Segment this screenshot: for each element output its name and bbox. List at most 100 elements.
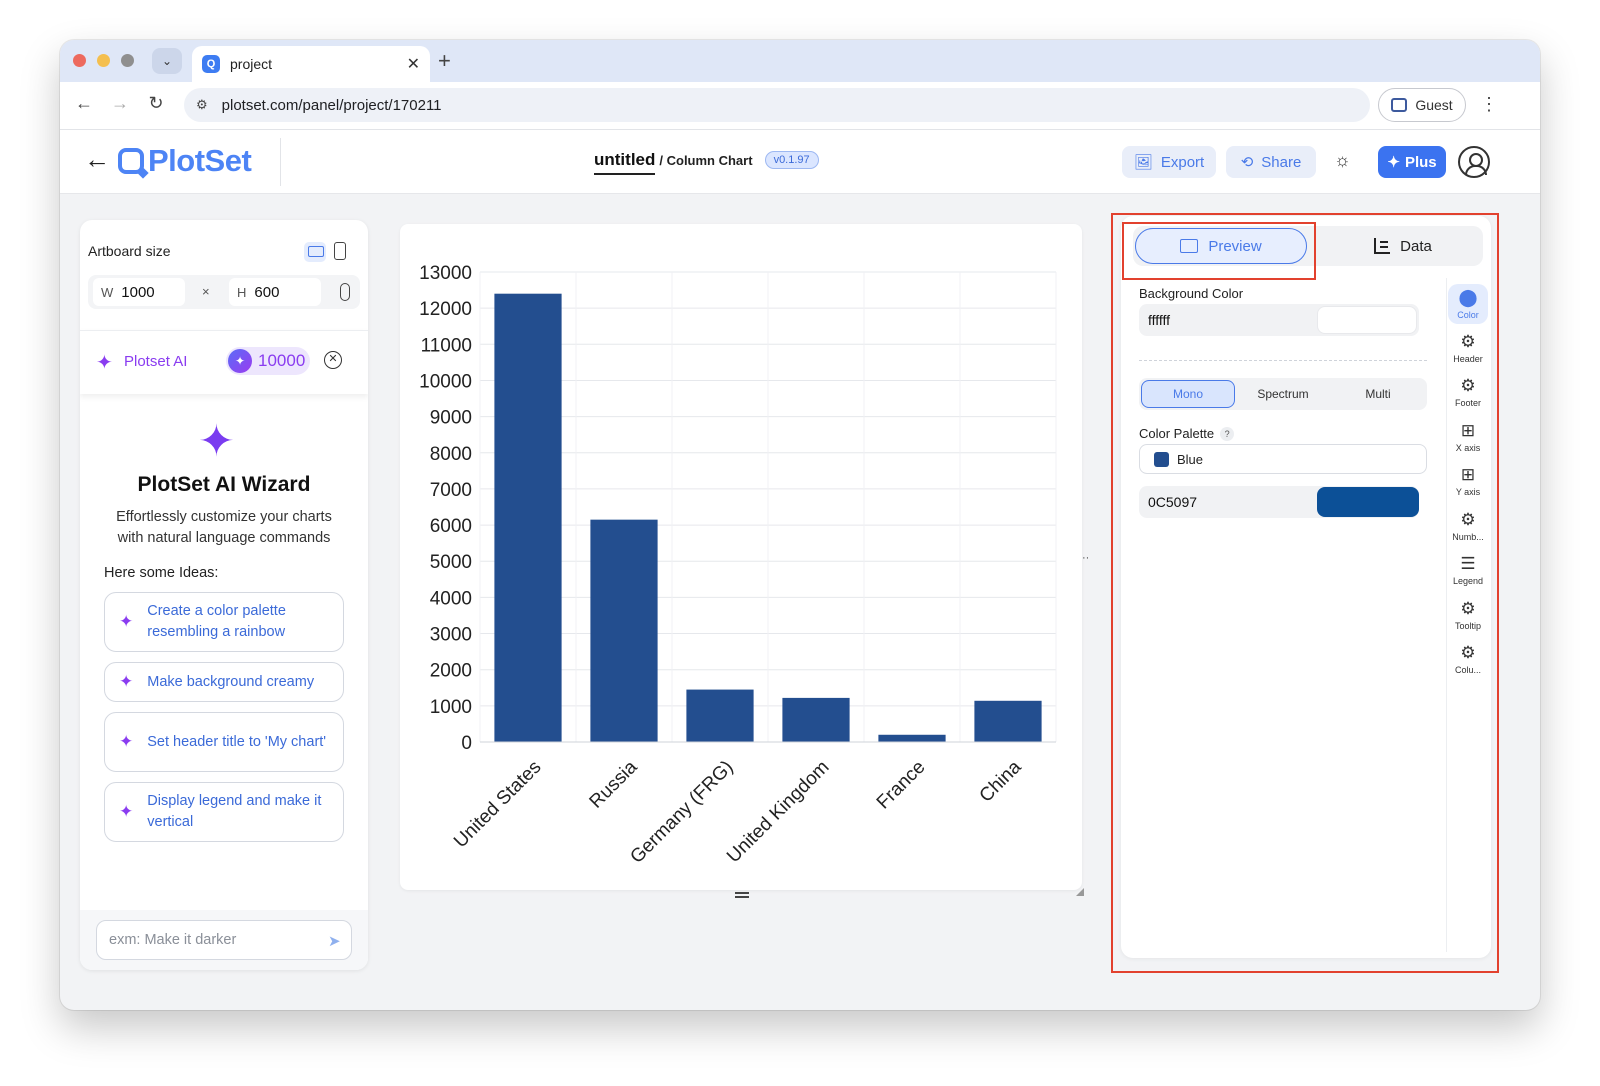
sparkle-icon: ✦ <box>1387 154 1400 171</box>
y-tick-label: 5000 <box>430 552 472 573</box>
prompt-area: ➤ <box>80 910 368 970</box>
profile-icon <box>1391 98 1408 112</box>
x-tick-label: United States <box>450 757 546 853</box>
back-icon[interactable]: ← <box>72 93 96 114</box>
y-tick-label: 13000 <box>419 263 472 284</box>
y-tick-label: 10000 <box>419 371 472 392</box>
resize-handle-bottom[interactable] <box>735 892 749 898</box>
wizard-subtitle: Effortlessly customize your charts with … <box>116 509 332 546</box>
export-button[interactable]: 🖼 Export <box>1122 146 1216 178</box>
tab-title: project <box>230 56 273 72</box>
site-settings-icon[interactable]: ⚙ <box>196 97 208 113</box>
artboard-height-value: 600 <box>254 283 280 301</box>
desktop-size-icon[interactable] <box>304 242 326 262</box>
y-tick-label: 9000 <box>430 408 472 429</box>
tab-search-button[interactable]: ⌄ <box>152 48 182 74</box>
browser-menu-icon[interactable]: ⋮ <box>1480 94 1498 115</box>
plotset-logo[interactable]: PlotSet <box>118 143 252 179</box>
ai-prompt-input[interactable] <box>96 920 352 960</box>
version-badge: v0.1.97 <box>764 151 819 169</box>
y-tick-label: 3000 <box>430 625 472 646</box>
bar <box>686 689 754 742</box>
credits-icon: ✦ <box>228 349 252 373</box>
x-tick-label: Russia <box>586 756 642 812</box>
y-tick-label: 2000 <box>430 661 472 682</box>
artboard-height-field[interactable]: H 600 <box>229 278 321 306</box>
share-icon: ⟲ <box>1240 154 1254 171</box>
close-tab-icon[interactable]: ✕ <box>407 54 420 74</box>
chart-artboard[interactable]: 0 1000 2000 3000 4000 5000 6000 7000 8000 9000 100… <box>400 224 1082 890</box>
document-title-group: untitled / Column Chart v0.1.97 <box>594 150 819 175</box>
minimize-window-button[interactable] <box>97 54 110 67</box>
idea-vertical-legend[interactable]: ✦ Display legend and make it vertical <box>104 782 344 842</box>
user-avatar-icon[interactable] <box>1458 146 1490 178</box>
export-label: Export <box>1160 153 1205 171</box>
idea-text: Display legend and make it vertical <box>147 793 322 830</box>
bar <box>782 697 850 742</box>
highlight-box-preview-tab <box>1122 222 1316 280</box>
y-tick-label: 1000 <box>430 697 472 718</box>
y-tick-label: 7000 <box>430 480 472 501</box>
share-button[interactable]: ⟲ Share <box>1226 146 1316 178</box>
y-tick-label: 11000 <box>421 335 472 356</box>
artboard-width-field[interactable]: W 1000 <box>93 278 185 306</box>
ideas-label: Here some Ideas: <box>104 565 219 581</box>
plus-label: Plus <box>1404 153 1437 171</box>
artboard-size-label: Artboard size <box>88 243 171 259</box>
wizard-title: PlotSet AI Wizard <box>137 473 311 496</box>
y-tick-label: 8000 <box>430 444 472 465</box>
plotset-ai-label: Plotset AI <box>124 353 188 370</box>
address-bar[interactable]: ⚙ plotset.com/panel/project/170211 <box>184 88 1370 122</box>
new-tab-button[interactable]: + <box>438 48 451 74</box>
document-title[interactable]: untitled <box>594 150 656 175</box>
y-tick-label: 12000 <box>419 299 472 320</box>
sparkle-icon: ✦ <box>119 732 134 751</box>
ai-left-panel: Artboard size W 1000 × H 600 ✦ Plotset A… <box>80 220 368 970</box>
send-icon[interactable]: ➤ <box>328 932 341 950</box>
highlight-box-settings-panel <box>1111 213 1499 973</box>
artboard-size-row: W 1000 × H 600 <box>88 275 360 309</box>
close-window-button[interactable] <box>73 54 86 67</box>
sparkle-icon: ✦ <box>119 612 134 631</box>
share-label: Share <box>1261 153 1302 171</box>
x-tick-label: United Kingdom <box>723 757 833 867</box>
artboard-width-value: 1000 <box>121 283 155 301</box>
bar <box>974 700 1042 742</box>
close-ai-icon[interactable]: ✕ <box>324 351 342 369</box>
sparkle-icon: ✦ <box>119 672 134 691</box>
sparkle-icon: ✦ <box>96 352 113 374</box>
idea-header-title[interactable]: ✦ Set header title to 'My chart' <box>104 712 344 772</box>
resize-handle-right[interactable]: ·· <box>1082 552 1089 564</box>
theme-toggle-sun-icon[interactable]: ☼ <box>1334 150 1351 171</box>
bar <box>878 734 946 742</box>
chevron-down-icon: ⌄ <box>161 54 173 68</box>
aspect-lock-icon[interactable] <box>340 283 350 301</box>
zoom-window-button[interactable] <box>121 54 134 67</box>
idea-creamy-background[interactable]: ✦ Make background creamy <box>104 662 344 702</box>
bar <box>590 519 658 742</box>
app-header: ← PlotSet untitled / Column Chart v0.1.9… <box>60 130 1540 194</box>
idea-text: Set header title to 'My chart' <box>147 733 327 750</box>
logo-text: PlotSet <box>148 143 252 178</box>
reload-icon[interactable]: ↻ <box>144 93 168 114</box>
mobile-size-icon[interactable] <box>334 242 346 260</box>
y-tick-label: 6000 <box>430 516 472 537</box>
back-arrow-icon[interactable]: ← <box>84 144 110 175</box>
height-letter: H <box>237 284 247 300</box>
idea-text: Make background creamy <box>147 673 315 690</box>
forward-icon[interactable]: → <box>108 93 132 114</box>
browser-window: ⌄ Q project ✕ + ← → ↻ ⚙ plotset.com/pane… <box>60 40 1540 1010</box>
tab-strip: ⌄ Q project ✕ + <box>60 40 1540 82</box>
browser-tab[interactable]: Q project ✕ <box>192 46 430 82</box>
x-tick-label: France <box>873 757 930 814</box>
profile-button[interactable]: Guest <box>1378 88 1466 122</box>
plus-button[interactable]: ✦ Plus <box>1378 146 1446 178</box>
column-chart: 0 1000 2000 3000 4000 5000 6000 7000 8000 9000 100… <box>419 263 1057 868</box>
plotset-ai-bar: ✦ Plotset AI ✦ 10000 ✕ <box>80 330 368 394</box>
plotset-logo-icon <box>118 148 144 174</box>
url-text: plotset.com/panel/project/170211 <box>221 96 442 114</box>
times-sign: × <box>202 284 210 299</box>
plotset-favicon-icon: Q <box>202 55 220 73</box>
resize-handle-corner[interactable] <box>1076 888 1084 896</box>
idea-rainbow-palette[interactable]: ✦ Create a color palette resembling a ra… <box>104 592 344 652</box>
